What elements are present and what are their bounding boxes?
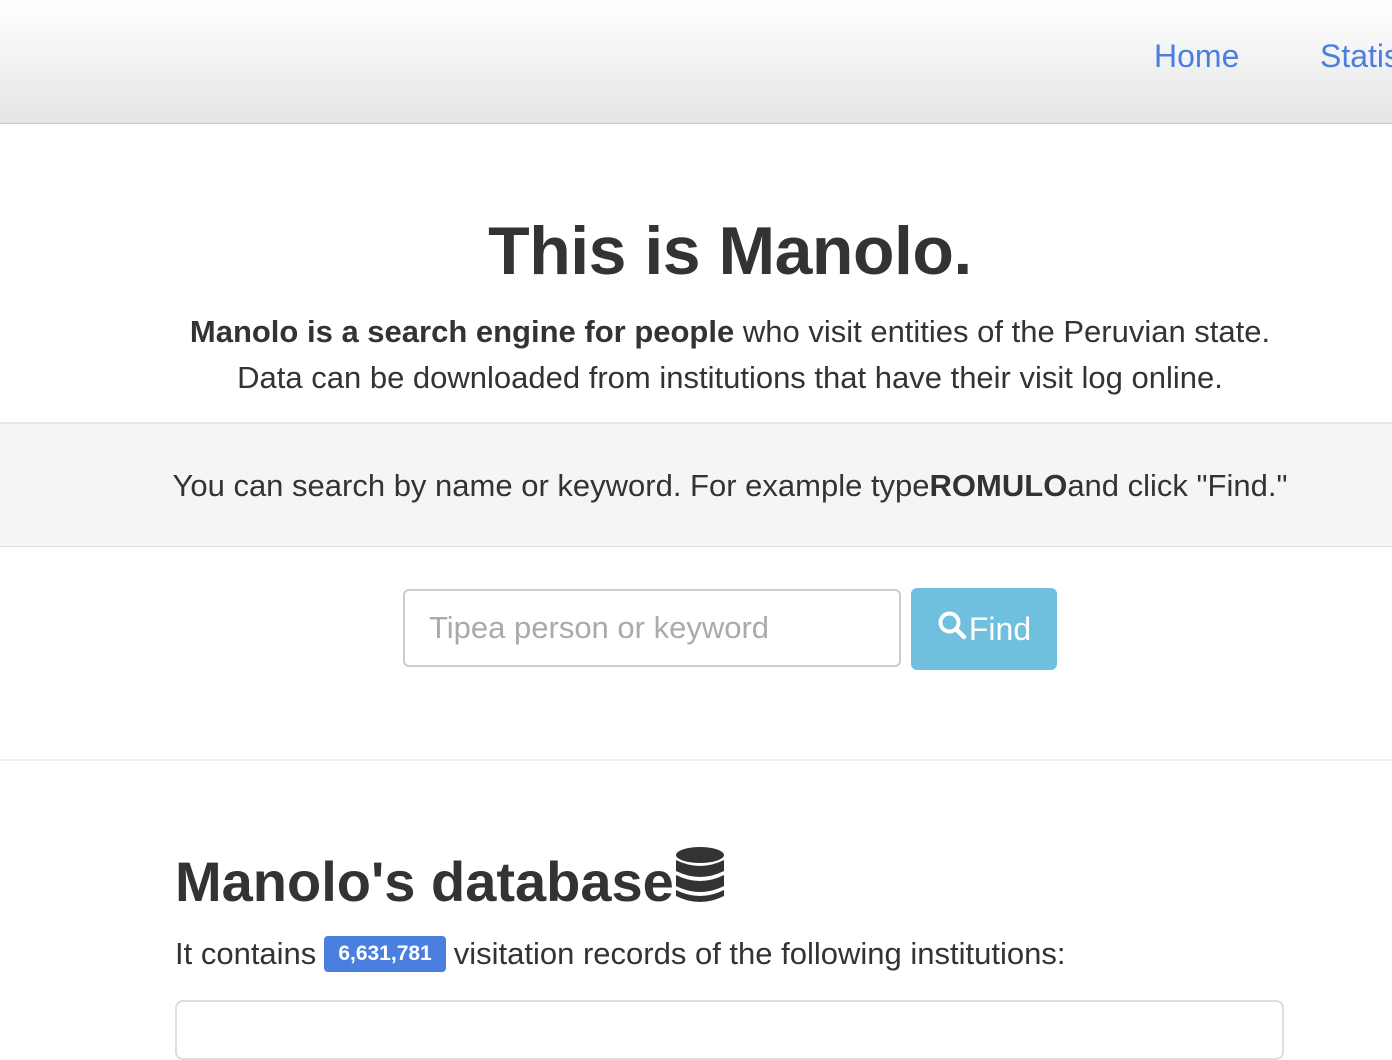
section-divider xyxy=(0,759,1392,761)
search-icon xyxy=(937,610,967,648)
summary-suffix: visitation records of the following inst… xyxy=(453,936,1066,971)
summary-prefix: It contains xyxy=(175,936,317,971)
database-heading: Manolo's database xyxy=(175,846,726,917)
hero-description-rest: who visit entities of the Peruvian state… xyxy=(734,314,1271,349)
nav-link-home[interactable]: Home xyxy=(1154,38,1239,75)
institutions-panel xyxy=(175,1000,1284,1060)
nav-link-statistics[interactable]: Statis xyxy=(1320,38,1392,75)
database-heading-text: Manolo's database xyxy=(175,850,674,913)
hint-before: You can search by name or keyword. For e… xyxy=(172,468,930,503)
hint-after: and click "Find." xyxy=(1067,468,1288,503)
record-count-badge: 6,631,781 xyxy=(324,936,446,972)
find-button-label: Find xyxy=(968,610,1032,647)
hint-keyword: ROMULO xyxy=(929,468,1068,503)
search-hint-text: You can search by name or keyword. For e… xyxy=(0,468,1392,504)
hero-description-line1: Manolo is a search engine for people who… xyxy=(0,314,1392,350)
top-navbar: Home Statis xyxy=(0,0,1392,124)
hero-description-bold: Manolo is a search engine for people xyxy=(189,314,735,349)
hero-section: This is Manolo. Manolo is a search engin… xyxy=(0,124,1392,424)
search-hint-bar: You can search by name or keyword. For e… xyxy=(0,424,1392,547)
hero-description-line2: Data can be downloaded from institutions… xyxy=(237,360,1223,395)
database-summary: It contains 6,631,781 visitation records… xyxy=(175,936,1065,972)
database-icon xyxy=(674,846,726,917)
search-input[interactable] xyxy=(403,589,901,667)
find-button[interactable]: Find xyxy=(911,588,1057,670)
page-title: This is Manolo. xyxy=(488,213,972,289)
